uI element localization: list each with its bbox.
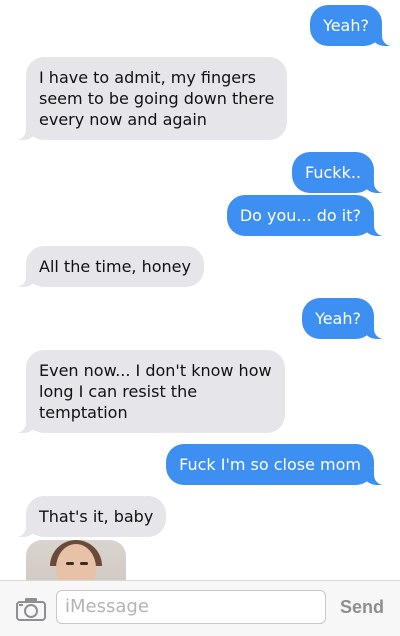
message-input-placeholder: iMessage bbox=[65, 596, 149, 617]
message-input-field[interactable]: iMessage bbox=[56, 590, 326, 624]
message-bubble-sent[interactable]: Fuckk.. bbox=[292, 152, 394, 193]
send-button[interactable]: Send bbox=[340, 597, 384, 618]
message-bubble-received[interactable]: Even now... I don't know how long I can … bbox=[6, 350, 285, 433]
photo-message[interactable] bbox=[26, 540, 126, 580]
message-bubble-sent[interactable]: Fuck I'm so close mom bbox=[166, 444, 394, 485]
message-bubble-received[interactable]: I have to admit, my fingers seem to be g… bbox=[5, 57, 288, 140]
message-bubble-received[interactable]: All the time, honey bbox=[6, 246, 204, 287]
message-bubble-received[interactable]: That's it, baby bbox=[5, 496, 167, 537]
message-thread: Yeah? I have to admit, my fingers seem t… bbox=[0, 0, 400, 580]
message-bubble-sent[interactable]: Do you... do it? bbox=[226, 195, 395, 236]
photo-eye bbox=[66, 562, 74, 565]
camera-icon[interactable] bbox=[16, 597, 46, 621]
message-bubble-sent[interactable]: Yeah? bbox=[310, 5, 400, 46]
photo-eye bbox=[80, 562, 88, 565]
message-bubble-sent[interactable]: Yeah? bbox=[302, 298, 394, 339]
message-input-bar: iMessage Send bbox=[0, 580, 400, 636]
